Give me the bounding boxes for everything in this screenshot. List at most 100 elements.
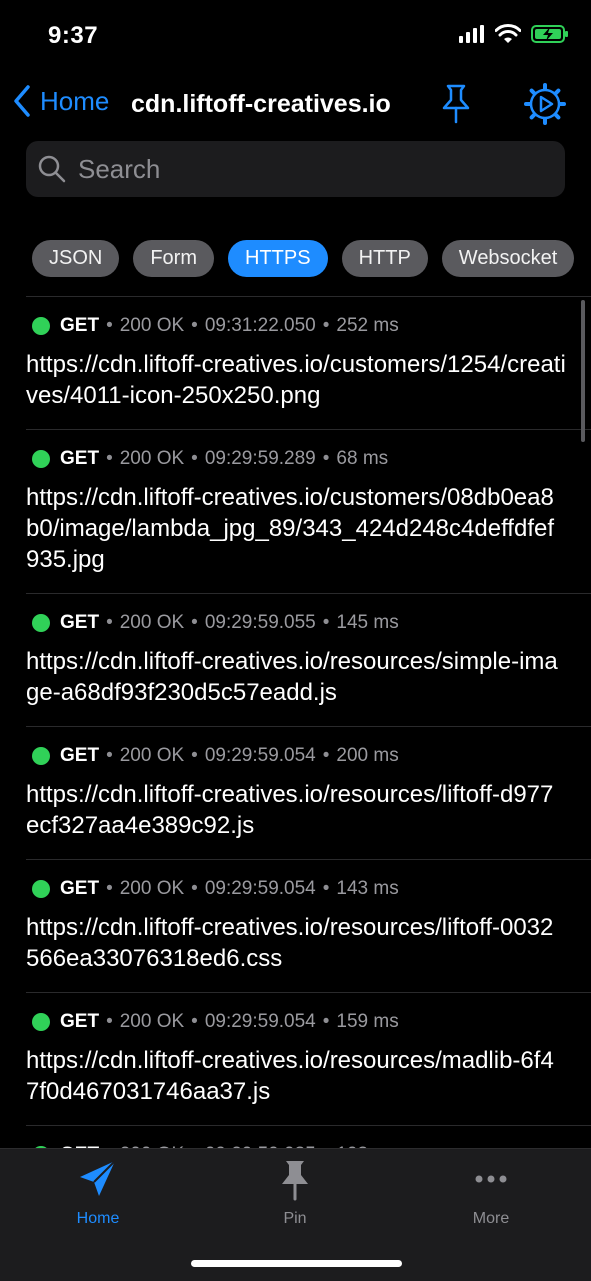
scroll-indicator[interactable] <box>581 300 585 442</box>
response-status: 200 OK <box>119 1011 185 1032</box>
request-method: GET <box>60 315 100 336</box>
search-input[interactable] <box>76 152 540 186</box>
battery-charging-icon <box>531 25 568 43</box>
status-icons <box>459 24 569 44</box>
pin-fill-icon <box>282 1161 308 1201</box>
request-time: 09:29:59.055 <box>204 612 316 633</box>
cellular-signal-icon <box>459 25 484 43</box>
request-method: GET <box>60 745 100 766</box>
request-time: 09:29:59.054 <box>204 878 316 899</box>
request-meta: GET • 200 OK • 09:29:59.054 • 159 ms <box>26 1009 591 1035</box>
status-dot <box>32 1013 50 1031</box>
request-duration: 159 ms <box>336 1011 399 1032</box>
wifi-icon <box>495 24 521 43</box>
request-url: https://cdn.liftoff-creatives.io/resourc… <box>26 1047 554 1105</box>
status-dot <box>32 880 50 898</box>
response-status: 200 OK <box>119 878 185 899</box>
request-method: GET <box>60 448 100 469</box>
status-dot <box>32 450 50 468</box>
separator-dot: • <box>322 745 330 766</box>
request-row[interactable]: GET • 200 OK • 09:29:59.054 • 159 ms https://cd… <box>26 993 591 1126</box>
response-status: 200 OK <box>119 448 185 469</box>
request-time: 09:29:59.289 <box>204 448 316 469</box>
tab-home[interactable]: Home <box>38 1157 158 1228</box>
chevron-left-icon <box>14 85 30 117</box>
gear-play-icon <box>524 83 566 125</box>
tab-pin[interactable]: Pin <box>235 1157 355 1228</box>
status-dot <box>32 747 50 765</box>
filter-chip-https[interactable]: HTTPS <box>228 240 328 277</box>
filter-chip-form[interactable]: Form <box>133 240 215 277</box>
back-label: Home <box>40 85 110 116</box>
tab-home-label: Home <box>76 1210 120 1227</box>
request-duration: 143 ms <box>336 878 399 899</box>
separator-dot: • <box>322 315 330 336</box>
separator-dot: • <box>106 878 113 899</box>
request-list[interactable]: GET • 200 OK • 09:31:22.050 • 252 ms https://cd… <box>26 296 591 1149</box>
separator-dot: • <box>322 878 330 899</box>
request-time: 09:31:22.050 <box>204 315 316 336</box>
separator-dot: • <box>191 745 198 766</box>
request-meta: GET • 200 OK • 09:29:59.054 • 200 ms <box>26 743 591 769</box>
home-indicator <box>191 1260 402 1267</box>
request-time: 09:29:59.054 <box>204 1011 316 1032</box>
search-icon <box>38 155 66 183</box>
request-meta: GET • 200 OK • 09:29:59.055 • 145 ms <box>26 610 591 636</box>
request-url: https://cdn.liftoff-creatives.io/custome… <box>26 484 554 573</box>
tab-pin-label: Pin <box>283 1210 307 1227</box>
settings-button[interactable] <box>524 82 566 131</box>
request-url: https://cdn.liftoff-creatives.io/resourc… <box>26 648 558 706</box>
filter-chip-websocket[interactable]: Websocket <box>441 240 575 277</box>
separator-dot: • <box>106 448 113 469</box>
request-row[interactable]: GET • 200 OK • 09:31:22.050 • 252 ms https://cd… <box>26 297 591 430</box>
request-row[interactable]: GET • 200 OK • 09:29:59.055 • 145 ms https://cd… <box>26 594 591 727</box>
response-status: 200 OK <box>119 612 185 633</box>
request-method: GET <box>60 1011 100 1032</box>
response-status: 200 OK <box>119 315 185 336</box>
request-url: https://cdn.liftoff-creatives.io/resourc… <box>26 914 554 972</box>
separator-dot: • <box>106 1011 113 1032</box>
separator-dot: • <box>322 1011 330 1032</box>
request-duration: 145 ms <box>336 612 399 633</box>
request-meta: GET • 200 OK • 09:29:59.289 • 68 ms <box>26 446 591 472</box>
status-time: 9:37 <box>48 22 99 49</box>
separator-dot: • <box>191 315 198 336</box>
separator-dot: • <box>191 612 198 633</box>
back-button[interactable]: Home <box>12 84 109 118</box>
request-duration: 68 ms <box>336 448 389 469</box>
request-row[interactable]: GET•200 OK•09:29:59.035•193 ms <box>26 1126 591 1149</box>
request-duration: 200 ms <box>336 745 399 766</box>
ellipsis-icon <box>475 1175 507 1183</box>
request-meta: GET • 200 OK • 09:29:59.054 • 143 ms <box>26 876 591 902</box>
request-row[interactable]: GET • 200 OK • 09:29:59.054 • 200 ms https://cd… <box>26 727 591 860</box>
filter-chip-json[interactable]: JSON <box>32 240 120 277</box>
page-title: cdn.liftoff-creatives.io <box>131 90 391 118</box>
request-row[interactable]: GET • 200 OK • 09:29:59.054 • 143 ms https://cd… <box>26 860 591 993</box>
request-time: 09:29:59.054 <box>204 745 316 766</box>
request-method: GET <box>60 612 100 633</box>
response-status: 200 OK <box>119 745 185 766</box>
separator-dot: • <box>106 315 113 336</box>
status-dot <box>32 317 50 335</box>
pin-button[interactable] <box>437 82 475 131</box>
status-dot <box>32 614 50 632</box>
separator-dot: • <box>191 1011 198 1032</box>
pin-icon <box>442 84 470 124</box>
filter-chip-http[interactable]: HTTP <box>341 240 428 277</box>
separator-dot: • <box>191 448 198 469</box>
separator-dot: • <box>106 612 113 633</box>
filter-chips: JSON Form HTTPS HTTP Websocket <box>32 240 591 278</box>
separator-dot: • <box>322 612 330 633</box>
search-bar[interactable] <box>26 141 565 197</box>
request-url: https://cdn.liftoff-creatives.io/custome… <box>26 351 566 409</box>
tab-more[interactable]: More <box>431 1157 551 1228</box>
paper-plane-icon <box>80 1160 116 1196</box>
request-meta: GET • 200 OK • 09:31:22.050 • 252 ms <box>26 313 591 339</box>
tab-more-label: More <box>472 1210 510 1227</box>
request-url: https://cdn.liftoff-creatives.io/resourc… <box>26 781 554 839</box>
request-duration: 252 ms <box>336 315 399 336</box>
nav-bar: Home cdn.liftoff-creatives.io <box>0 78 591 134</box>
separator-dot: • <box>322 448 330 469</box>
separator-dot: • <box>106 745 113 766</box>
request-row[interactable]: GET • 200 OK • 09:29:59.289 • 68 ms https://cdn… <box>26 430 591 594</box>
